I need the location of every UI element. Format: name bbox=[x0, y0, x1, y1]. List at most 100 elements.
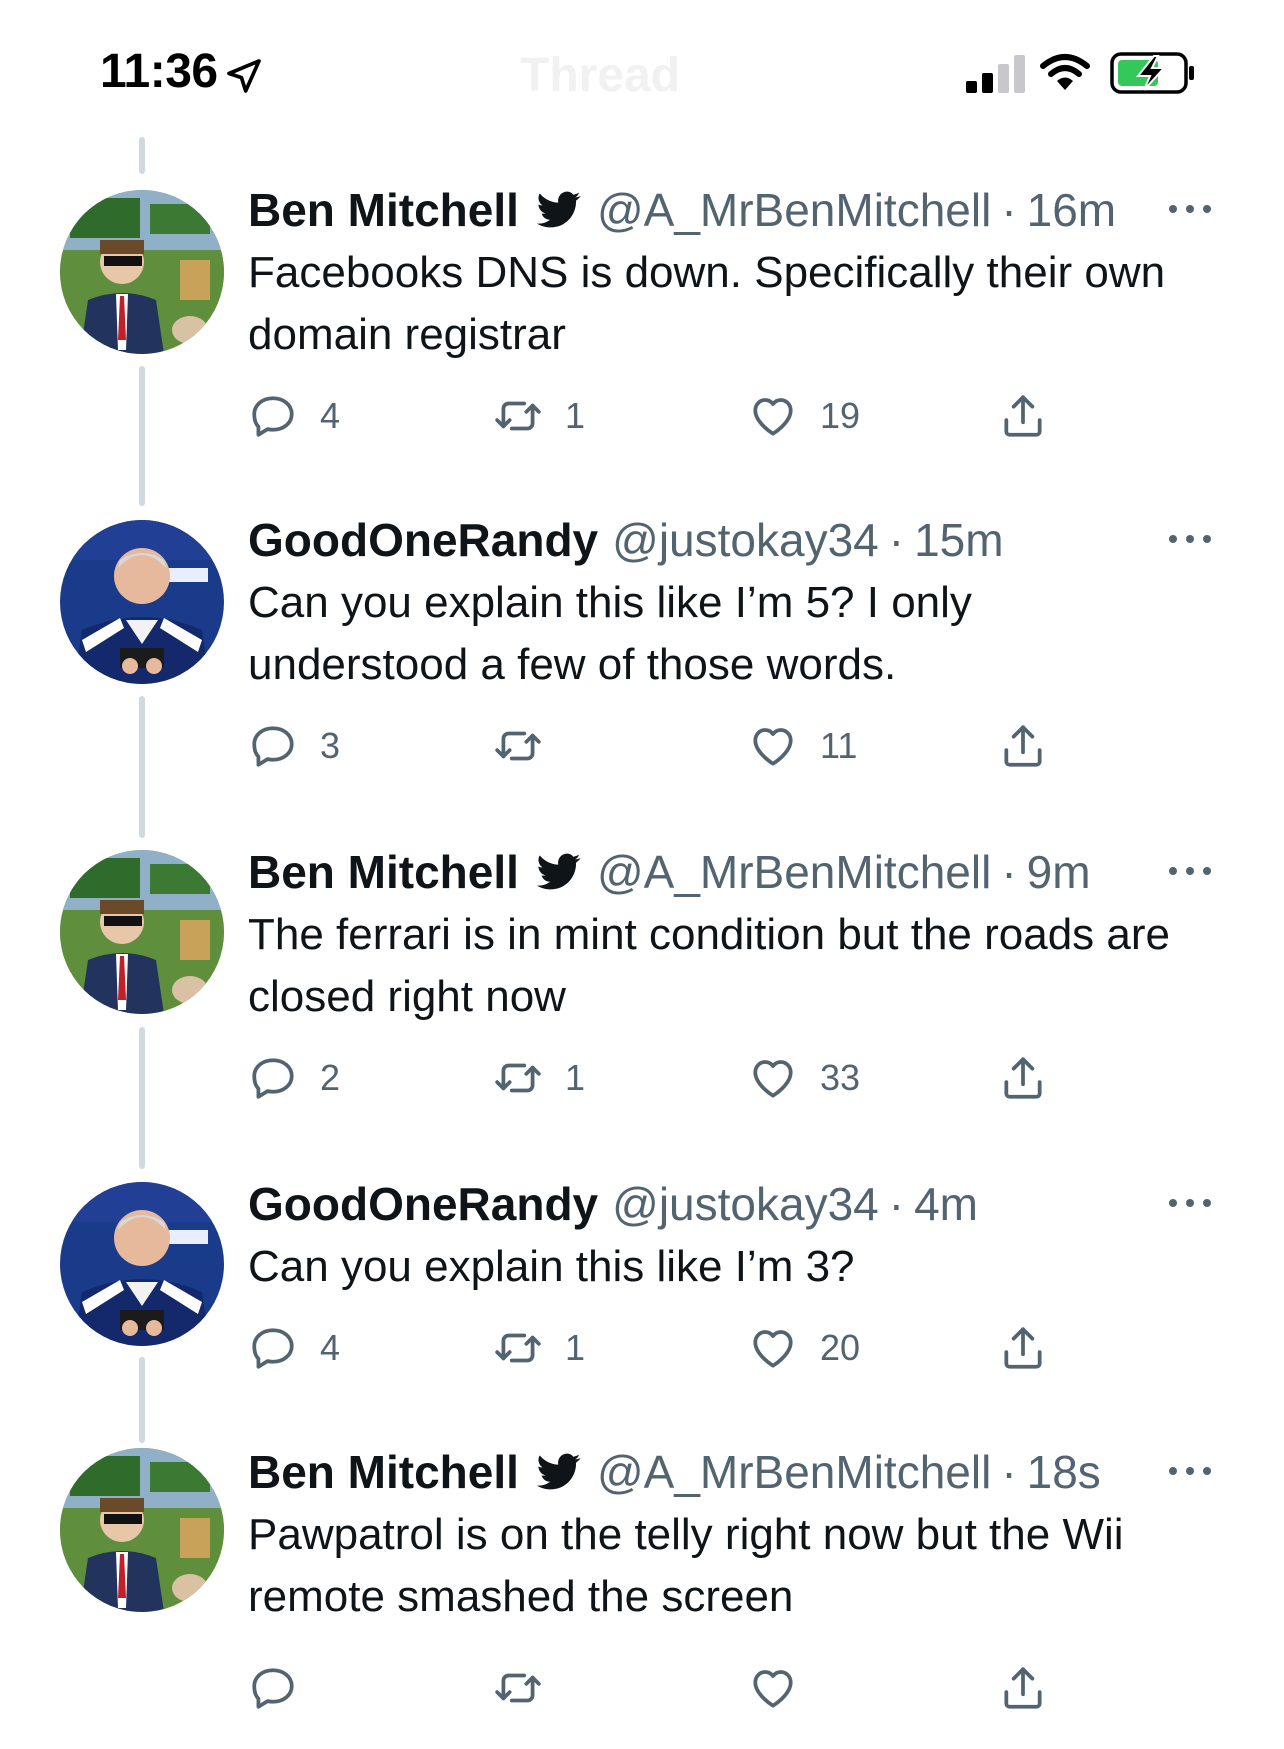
tweet-timestamp: 9m bbox=[1026, 846, 1091, 898]
author-handle[interactable]: @justokay34 bbox=[612, 1177, 879, 1231]
share-button[interactable] bbox=[998, 1050, 1048, 1106]
tweet-text: Facebooks DNS is down. Specifically thei… bbox=[248, 248, 1166, 359]
share-button[interactable] bbox=[998, 1660, 1048, 1716]
reply-button[interactable]: 4 bbox=[248, 388, 340, 444]
share-icon bbox=[998, 1663, 1048, 1713]
heart-icon bbox=[748, 1323, 798, 1373]
retweet-button[interactable]: 1 bbox=[493, 1320, 585, 1376]
tweet-text: The ferrari is in mint condition but the… bbox=[248, 910, 1171, 1021]
share-button[interactable] bbox=[998, 718, 1048, 774]
more-options-icon[interactable] bbox=[1166, 202, 1214, 216]
tweet-timestamp: 15m bbox=[914, 514, 1004, 566]
share-button[interactable] bbox=[998, 1320, 1048, 1376]
cellular-signal-icon bbox=[966, 55, 1025, 93]
like-button[interactable]: 11 bbox=[748, 718, 857, 774]
heart-icon bbox=[748, 721, 798, 771]
avatar[interactable] bbox=[60, 1182, 224, 1346]
retweet-count: 1 bbox=[565, 1057, 586, 1098]
thread-screen: 11:36 Thread Ben Mitchell @A_MrBenMitche… bbox=[0, 0, 1284, 1749]
tweet[interactable]: Ben Mitchell @A_MrBenMitchell · 16m Face… bbox=[0, 180, 1284, 480]
tweet-text: Can you explain this like I’m 3? bbox=[248, 1242, 855, 1291]
twitter-bird-icon bbox=[537, 190, 581, 230]
reply-icon bbox=[248, 1323, 298, 1373]
more-options-icon[interactable] bbox=[1166, 1464, 1214, 1478]
like-button[interactable] bbox=[748, 1660, 820, 1716]
retweet-button[interactable]: 1 bbox=[493, 1050, 585, 1106]
reply-button[interactable]: 3 bbox=[248, 718, 340, 774]
reply-button[interactable]: 2 bbox=[248, 1050, 340, 1106]
retweet-button[interactable]: 1 bbox=[493, 388, 585, 444]
retweet-icon bbox=[493, 1053, 543, 1103]
reply-count: 4 bbox=[320, 1327, 341, 1368]
author-name[interactable]: Ben Mitchell bbox=[248, 1445, 519, 1499]
share-button[interactable] bbox=[998, 388, 1048, 444]
tweet-header: Ben Mitchell @A_MrBenMitchell · 16m bbox=[248, 180, 1116, 240]
heart-icon bbox=[748, 1053, 798, 1103]
author-name[interactable]: Ben Mitchell bbox=[248, 183, 519, 237]
avatar[interactable] bbox=[60, 1448, 224, 1612]
share-icon bbox=[998, 1053, 1048, 1103]
like-count: 11 bbox=[820, 725, 858, 766]
author-handle[interactable]: @A_MrBenMitchell bbox=[597, 845, 991, 899]
retweet-icon bbox=[493, 1323, 543, 1373]
tweet-timestamp: 18s bbox=[1026, 1446, 1101, 1498]
like-count: 33 bbox=[820, 1057, 861, 1098]
avatar[interactable] bbox=[60, 520, 224, 684]
status-time: 11:36 bbox=[100, 45, 218, 98]
share-icon bbox=[998, 1323, 1048, 1373]
twitter-bird-icon bbox=[537, 1452, 581, 1492]
author-handle[interactable]: @A_MrBenMitchell bbox=[597, 183, 991, 237]
retweet-button[interactable] bbox=[493, 1660, 565, 1716]
reply-count: 4 bbox=[320, 395, 341, 436]
twitter-bird-icon bbox=[537, 852, 581, 892]
separator-dot: · bbox=[888, 1178, 905, 1230]
share-icon bbox=[998, 721, 1048, 771]
retweet-button[interactable] bbox=[493, 718, 565, 774]
tweet-header: Ben Mitchell @A_MrBenMitchell · 9m bbox=[248, 842, 1091, 902]
like-button[interactable]: 19 bbox=[748, 388, 860, 444]
tweet-text: Pawpatrol is on the telly right now but … bbox=[248, 1510, 1124, 1621]
author-handle[interactable]: @justokay34 bbox=[612, 513, 879, 567]
heart-icon bbox=[748, 1663, 798, 1713]
retweet-count: 1 bbox=[565, 395, 586, 436]
author-name[interactable]: Ben Mitchell bbox=[248, 845, 519, 899]
tweet-timestamp: 16m bbox=[1026, 184, 1117, 236]
battery-charging-icon bbox=[1110, 52, 1194, 94]
avatar[interactable] bbox=[60, 850, 224, 1014]
retweet-icon bbox=[493, 391, 543, 441]
like-button[interactable]: 20 bbox=[748, 1320, 860, 1376]
author-name[interactable]: GoodOneRandy bbox=[248, 1177, 598, 1231]
more-options-icon[interactable] bbox=[1166, 1196, 1214, 1210]
share-icon bbox=[998, 391, 1048, 441]
reply-button[interactable] bbox=[248, 1660, 320, 1716]
tweet-text: Can you explain this like I’m 5? I only … bbox=[248, 578, 972, 689]
like-button[interactable]: 33 bbox=[748, 1050, 860, 1106]
like-count: 20 bbox=[820, 1327, 861, 1368]
reply-button[interactable]: 4 bbox=[248, 1320, 340, 1376]
reply-icon bbox=[248, 1663, 298, 1713]
tweet[interactable]: Ben Mitchell @A_MrBenMitchell · 18s Pawp… bbox=[0, 1442, 1284, 1742]
separator-dot: · bbox=[1001, 1446, 1017, 1498]
heart-icon bbox=[748, 391, 798, 441]
reply-count: 3 bbox=[320, 725, 341, 766]
tweet-actions: 4 1 19 bbox=[248, 388, 1068, 444]
tweet-actions: 2 1 33 bbox=[248, 1050, 1068, 1106]
tweet-header: GoodOneRandy @justokay34 · 4m bbox=[248, 1174, 978, 1234]
thread-line bbox=[139, 137, 145, 174]
tweet-actions bbox=[248, 1660, 1068, 1716]
avatar[interactable] bbox=[60, 190, 224, 354]
retweet-icon bbox=[493, 1663, 543, 1713]
author-name[interactable]: GoodOneRandy bbox=[248, 513, 598, 567]
more-options-icon[interactable] bbox=[1166, 864, 1214, 878]
author-handle[interactable]: @A_MrBenMitchell bbox=[597, 1445, 991, 1499]
tweet[interactable]: GoodOneRandy @justokay34 · 4m Can you ex… bbox=[0, 1174, 1284, 1374]
retweet-icon bbox=[493, 721, 543, 771]
more-options-icon[interactable] bbox=[1166, 532, 1214, 546]
tweet[interactable]: GoodOneRandy @justokay34 · 15m Can you e… bbox=[0, 510, 1284, 810]
reply-icon bbox=[248, 1053, 298, 1103]
like-count: 19 bbox=[820, 395, 861, 436]
separator-dot: · bbox=[1001, 184, 1017, 236]
retweet-count: 1 bbox=[565, 1327, 586, 1368]
separator-dot: · bbox=[1001, 846, 1017, 898]
tweet[interactable]: Ben Mitchell @A_MrBenMitchell · 9m The f… bbox=[0, 842, 1284, 1142]
